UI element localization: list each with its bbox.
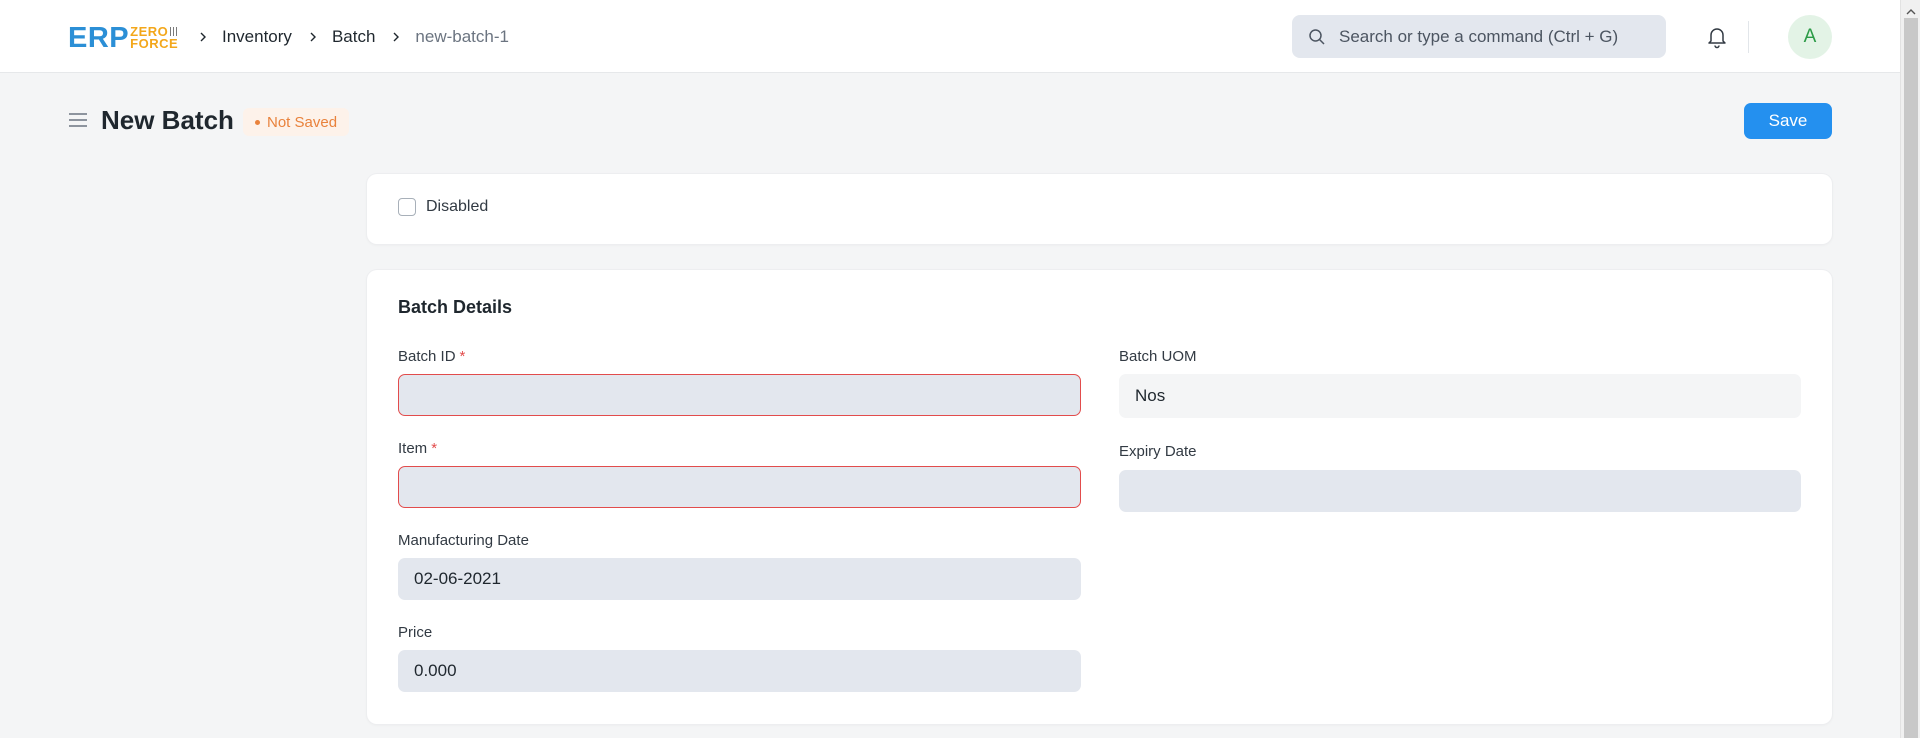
batch-id-label: Batch ID * [398, 348, 466, 365]
search-bar[interactable]: Search or type a command (Ctrl + G) [1292, 15, 1666, 58]
logo-erp-text: ERP [68, 22, 130, 54]
manufacturing-date-field[interactable]: 02-06-2021 [398, 558, 1081, 600]
batch-details-card: Batch Details Batch ID * Item * Manufactur… [367, 270, 1832, 724]
disabled-card: Disabled [367, 174, 1832, 244]
search-input[interactable]: Search or type a command (Ctrl + G) [1339, 27, 1618, 47]
manufacturing-date-label: Manufacturing Date [398, 532, 529, 549]
scroll-up-icon[interactable] [1906, 4, 1916, 15]
hamburger-menu-icon[interactable] [68, 111, 88, 129]
navbar-divider [1748, 21, 1749, 53]
disabled-checkbox[interactable] [398, 198, 416, 216]
logo-sub-bottom: FORCE [130, 36, 179, 51]
page-title: New Batch [101, 105, 234, 135]
save-button[interactable]: Save [1744, 103, 1832, 139]
batch-id-field[interactable] [398, 374, 1081, 416]
batch-uom-field: Nos [1119, 374, 1801, 418]
breadcrumb-batch[interactable]: Batch [332, 27, 375, 47]
scrollbar-thumb[interactable] [1904, 18, 1918, 738]
logo-subtext: ZERO FORCE [130, 25, 180, 51]
status-text: Not Saved [267, 113, 338, 131]
bell-icon[interactable] [1705, 24, 1729, 50]
section-title: Batch Details [398, 297, 513, 317]
disabled-checkbox-row[interactable]: Disabled [398, 198, 488, 216]
chevron-right-icon [389, 30, 403, 44]
chevron-right-icon [306, 30, 320, 44]
price-label: Price [398, 624, 433, 641]
batch-uom-label: Batch UOM [1119, 348, 1197, 365]
status-dot [255, 119, 260, 125]
status-badge: Not Saved [243, 108, 350, 136]
breadcrumb: Inventory Batch new-batch-1 [196, 24, 523, 50]
expiry-date-field[interactable] [1119, 470, 1801, 512]
chevron-right-icon [196, 30, 210, 44]
search-icon [1308, 28, 1326, 46]
disabled-label: Disabled [426, 198, 489, 215]
item-field[interactable] [398, 466, 1081, 508]
avatar[interactable]: A [1788, 15, 1832, 59]
expiry-date-label: Expiry Date [1119, 443, 1197, 460]
item-label: Item * [398, 440, 438, 457]
page-scrollbar[interactable] [1900, 0, 1920, 738]
breadcrumb-current: new-batch-1 [415, 27, 509, 46]
app-logo[interactable]: ERP ZERO FORCE [68, 22, 180, 54]
top-navbar: ERP ZERO FORCE Inventory Batch new-batch… [0, 0, 1900, 73]
price-field[interactable]: 0.000 [398, 650, 1081, 692]
breadcrumb-inventory[interactable]: Inventory [222, 27, 292, 47]
